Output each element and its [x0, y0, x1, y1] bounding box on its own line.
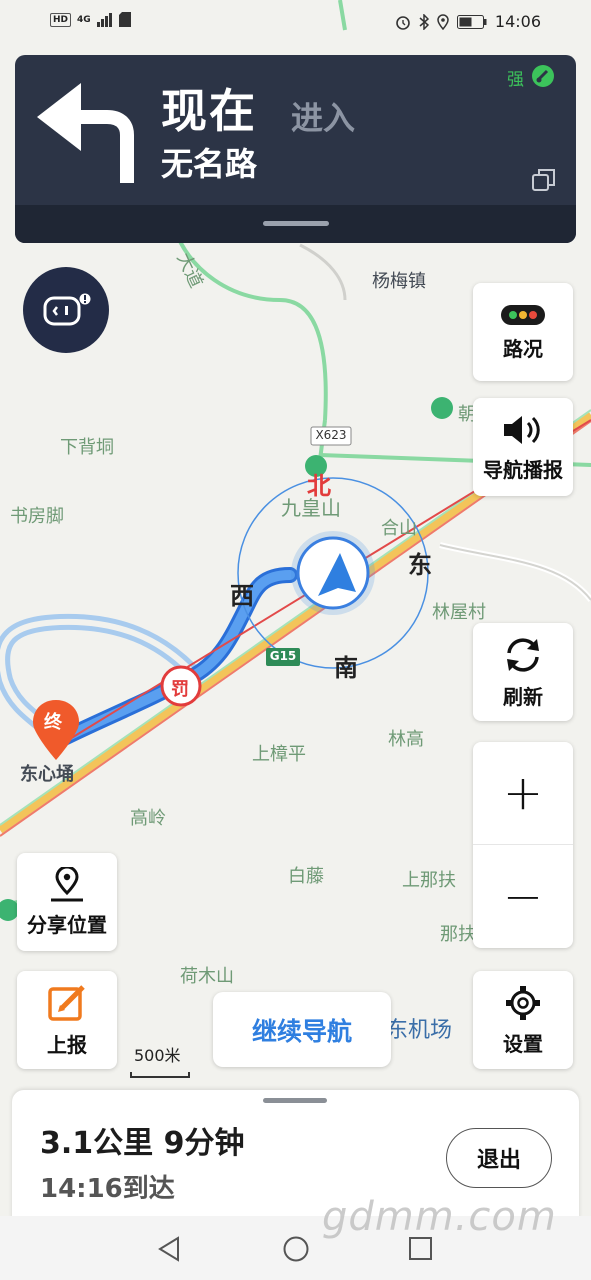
place-label: 林高: [388, 729, 424, 750]
gps-signal-label: 强: [507, 70, 524, 90]
home-icon[interactable]: [282, 1235, 310, 1263]
scale-bar: [130, 1072, 190, 1078]
settings-button[interactable]: 设置: [473, 971, 573, 1069]
voice-broadcast-label: 导航播报: [483, 457, 563, 482]
refresh-icon: [507, 637, 539, 672]
zoom-out-icon: −: [502, 868, 544, 925]
signal-strength-icon: [96, 12, 112, 27]
place-label: 那扶: [440, 924, 476, 945]
gear-icon: [506, 985, 540, 1020]
place-label: 东机场: [386, 1018, 453, 1043]
battery-icon: [456, 14, 487, 29]
traffic-light-icon: [501, 304, 545, 325]
compass-west: 西: [230, 582, 254, 610]
voice-assistant-button[interactable]: [23, 267, 109, 353]
speaker-icon: [504, 415, 540, 444]
zoom-in-button[interactable]: +: [473, 742, 573, 845]
alarm-icon: [396, 15, 410, 30]
report-button[interactable]: 上报: [17, 971, 117, 1069]
place-label: 杨梅镇: [372, 271, 426, 292]
window-copy-icon[interactable]: [531, 167, 557, 193]
turn-action: 进入: [291, 99, 356, 137]
place-label: 荷木山: [180, 966, 234, 987]
scale-label: 500米: [134, 1046, 181, 1065]
zoom-out-button[interactable]: −: [473, 845, 573, 948]
place-label: 下背垌: [60, 437, 114, 458]
compass-east: 东: [408, 551, 432, 579]
edit-report-icon: [48, 984, 85, 1021]
voice-broadcast-button[interactable]: 导航播报: [473, 398, 573, 496]
settings-label: 设置: [503, 1031, 543, 1056]
road-badge-x623: X623: [315, 428, 347, 442]
report-label: 上报: [47, 1032, 87, 1057]
arrival-time: 14:16到达: [40, 1174, 175, 1204]
sd-card-icon: [118, 12, 131, 27]
continue-navigation-button[interactable]: 继续导航: [213, 992, 391, 1067]
traffic-button[interactable]: 路况: [473, 283, 573, 381]
place-label: 林屋村: [432, 602, 486, 623]
refresh-label: 刷新: [503, 684, 543, 709]
gps-signal-icon: [532, 65, 554, 87]
panel-drag-handle[interactable]: [263, 1098, 327, 1103]
network-label: 4G: [77, 14, 91, 25]
status-bar: HD 4G 14:06: [0, 0, 591, 44]
place-label: 上樟平: [252, 744, 306, 765]
place-label: 白藤: [288, 866, 324, 887]
location-icon: [437, 13, 449, 30]
speed-camera-marker: 罚: [171, 679, 189, 700]
road-name: 无名路: [161, 145, 258, 183]
hd-badge: HD: [50, 12, 72, 27]
turn-instruction: 现在: [161, 84, 257, 138]
road-badge-g15: G15: [269, 649, 297, 663]
destination-marker: 终: [44, 712, 62, 733]
back-icon[interactable]: [156, 1236, 182, 1262]
trip-distance-time: 3.1公里 9分钟: [40, 1126, 245, 1161]
watermark: gdmm.com: [322, 1194, 557, 1240]
traffic-label: 路况: [503, 336, 543, 361]
zoom-control: + −: [473, 742, 573, 948]
map-scale: 500米: [130, 1042, 190, 1078]
navigation-banner[interactable]: 现在 进入 无名路 强: [15, 55, 576, 243]
place-label: 高岭: [130, 808, 166, 829]
place-label: 上那扶: [402, 870, 456, 891]
place-label: 书房脚: [10, 506, 64, 527]
exit-navigation-button[interactable]: 退出: [446, 1128, 552, 1188]
compass-north: 北: [307, 472, 331, 500]
place-label: 合山: [381, 518, 417, 539]
clock: 14:06: [494, 12, 541, 31]
turn-left-arrow-icon: [37, 83, 134, 183]
location-pin-icon: [51, 866, 83, 901]
share-location-label: 分享位置: [27, 912, 107, 937]
banner-drag-handle[interactable]: [263, 221, 329, 226]
refresh-button[interactable]: 刷新: [473, 623, 573, 721]
zoom-in-icon: +: [502, 765, 544, 821]
bluetooth-icon: [419, 13, 429, 30]
place-label: 东心埇: [20, 764, 74, 785]
robot-icon: [43, 293, 91, 326]
compass-south: 南: [334, 654, 358, 682]
share-location-button[interactable]: 分享位置: [17, 853, 117, 951]
